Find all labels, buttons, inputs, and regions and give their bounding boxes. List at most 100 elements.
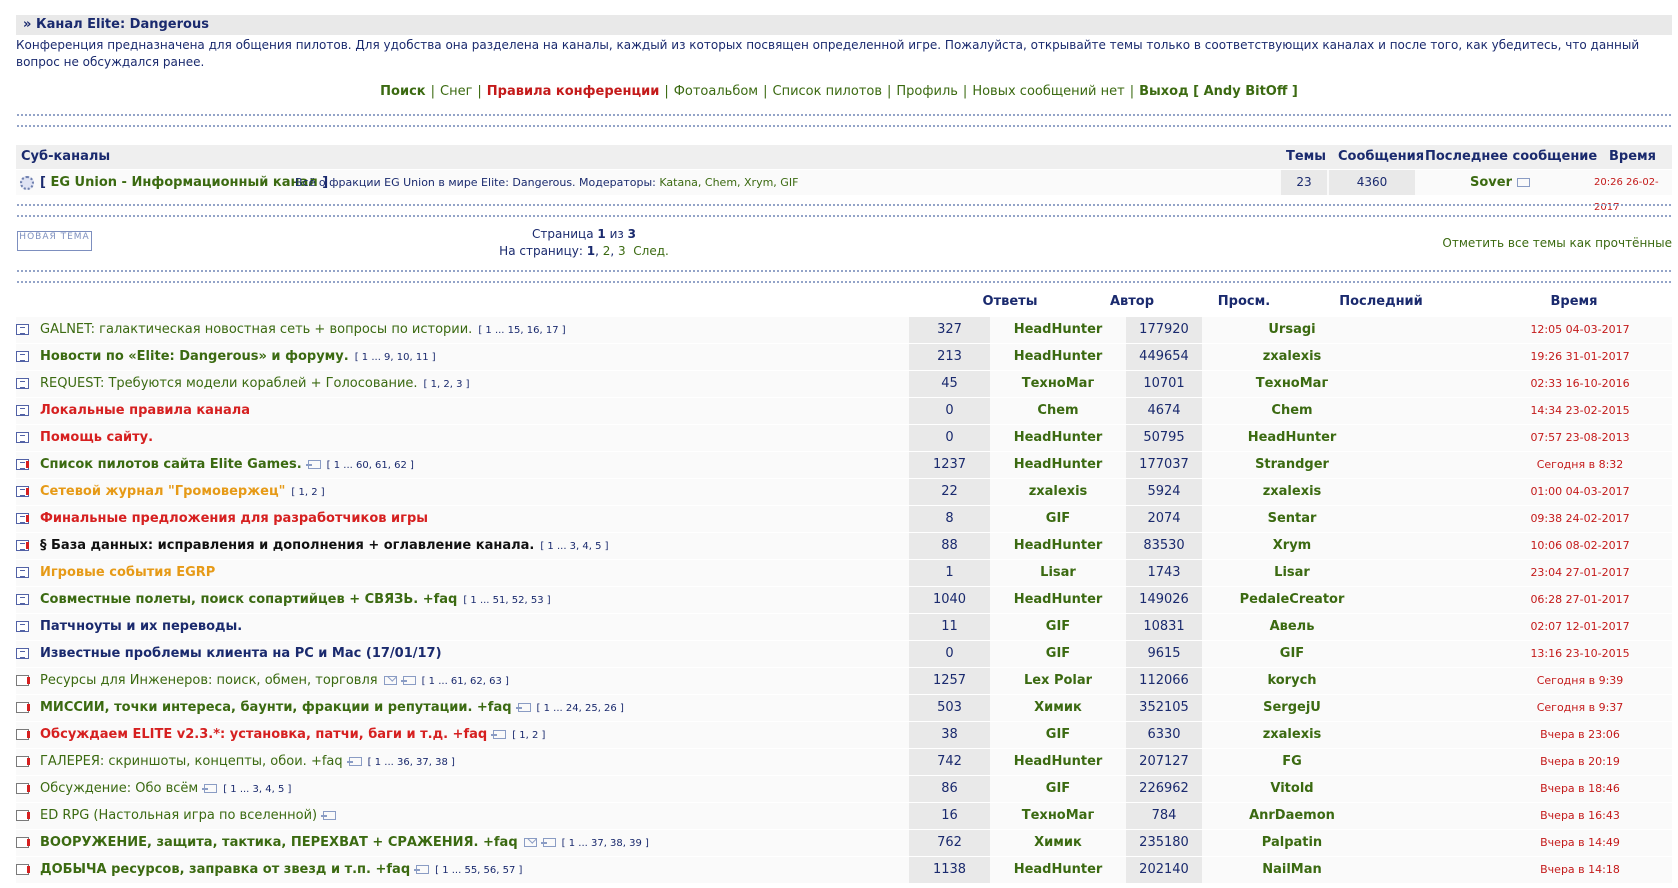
topic-author[interactable]: HeadHunter: [992, 425, 1124, 451]
subchannel-name-link[interactable]: EG Union - Информационный канал: [50, 175, 317, 190]
topic-last-poster[interactable]: Sentar: [1204, 506, 1380, 532]
topic-pages[interactable]: [ 1 ... 55, 56, 57 ]: [435, 865, 522, 876]
topic-author[interactable]: HeadHunter: [992, 587, 1124, 613]
subchannel-name[interactable]: [ EG Union - Информационный канал ]: [40, 170, 328, 195]
topic-author[interactable]: Химик: [992, 695, 1124, 721]
topic-last-poster[interactable]: Lisar: [1204, 560, 1380, 586]
topic-pages[interactable]: [ 1, 2 ]: [512, 730, 545, 741]
topic-last-poster[interactable]: Xrym: [1204, 533, 1380, 559]
topic-last-poster[interactable]: zxalexis: [1204, 479, 1380, 505]
topic-last-poster[interactable]: SergejU: [1204, 695, 1380, 721]
topic-last-poster[interactable]: HeadHunter: [1204, 425, 1380, 451]
goto-newest-icon[interactable]: [202, 784, 218, 793]
topic-pages[interactable]: [ 1 ... 9, 10, 11 ]: [355, 352, 436, 363]
topic-last-poster[interactable]: FG: [1204, 749, 1380, 775]
goto-newest-icon[interactable]: [400, 676, 416, 685]
topic-title-link[interactable]: Патчноуты и их переводы.: [40, 619, 242, 634]
topic-last-poster[interactable]: zxalexis: [1204, 344, 1380, 370]
topic-title-link[interactable]: Сетевой журнал "Громовержец": [40, 484, 285, 499]
nav-pilots-link[interactable]: Список пилотов: [773, 84, 883, 99]
topic-title-link[interactable]: § База данных: исправления и дополнения …: [40, 538, 534, 553]
topic-title-link[interactable]: МИССИИ, точки интереса, баунти, фракции …: [40, 700, 512, 715]
topic-title-link[interactable]: ДОБЫЧА ресурсов, заправка от звезд и т.п…: [40, 862, 410, 877]
channel-title[interactable]: Канал Elite: Dangerous: [36, 17, 209, 32]
topic-last-poster[interactable]: NailMan: [1204, 857, 1380, 883]
topic-title-link[interactable]: ГАЛЕРЕЯ: скриншоты, концепты, обои. +faq: [40, 754, 343, 769]
topic-author[interactable]: HeadHunter: [992, 749, 1124, 775]
topic-title-link[interactable]: Ресурсы для Инженеров: поиск, обмен, тор…: [40, 673, 378, 688]
page-link-2[interactable]: 2: [603, 244, 611, 258]
goto-newest-icon[interactable]: [491, 730, 507, 739]
topic-author[interactable]: HeadHunter: [992, 452, 1124, 478]
topic-title-link[interactable]: Финальные предложения для разработчиков …: [40, 511, 428, 526]
topic-author[interactable]: Chem: [992, 398, 1124, 424]
topic-last-poster[interactable]: Palpatin: [1204, 830, 1380, 856]
goto-newest-icon[interactable]: [346, 757, 362, 766]
topic-last-poster[interactable]: Vitold: [1204, 776, 1380, 802]
topic-title-link[interactable]: ED RPG (Настольная игра по вселенной): [40, 808, 317, 823]
topic-last-poster[interactable]: AnrDaemon: [1204, 803, 1380, 829]
topic-pages[interactable]: [ 1 ... 51, 52, 53 ]: [463, 595, 550, 606]
topic-author[interactable]: GIF: [992, 722, 1124, 748]
topic-author[interactable]: HeadHunter: [992, 533, 1124, 559]
topic-last-poster[interactable]: Авель: [1204, 614, 1380, 640]
topic-title-link[interactable]: Известные проблемы клиента на PC и Mac (…: [40, 646, 442, 661]
topic-author[interactable]: GIF: [992, 641, 1124, 667]
topic-last-poster[interactable]: ТехноМаг: [1204, 371, 1380, 397]
topic-pages[interactable]: [ 1 ... 3, 4, 5 ]: [540, 541, 608, 552]
topic-pages[interactable]: [ 1 ... 36, 37, 38 ]: [368, 757, 455, 768]
topic-last-poster[interactable]: Strandger: [1204, 452, 1380, 478]
topic-last-poster[interactable]: GIF: [1204, 641, 1380, 667]
topic-title-link[interactable]: Игровые события EGRP: [40, 565, 215, 580]
goto-newest-icon[interactable]: [414, 865, 430, 874]
topic-author[interactable]: ТехноМаг: [992, 371, 1124, 397]
topic-last-poster[interactable]: zxalexis: [1204, 722, 1380, 748]
topic-last-poster[interactable]: Chem: [1204, 398, 1380, 424]
topic-pages[interactable]: [ 1 ... 61, 62, 63 ]: [422, 676, 509, 687]
topic-author[interactable]: HeadHunter: [992, 317, 1124, 343]
topic-author[interactable]: GIF: [992, 776, 1124, 802]
page-link-3[interactable]: 3: [618, 244, 626, 258]
topic-pages[interactable]: [ 1 ... 3, 4, 5 ]: [223, 784, 291, 795]
topic-title-link[interactable]: Обсуждаем ELITE v2.3.*: установка, патчи…: [40, 727, 487, 742]
topic-pages[interactable]: [ 1 ... 24, 25, 26 ]: [537, 703, 624, 714]
topic-pages[interactable]: [ 1, 2, 3 ]: [424, 379, 470, 390]
topic-author[interactable]: Lisar: [992, 560, 1124, 586]
topic-author[interactable]: HeadHunter: [992, 344, 1124, 370]
goto-newest-icon[interactable]: [540, 838, 556, 847]
topic-last-poster[interactable]: Ursagi: [1204, 317, 1380, 343]
topic-title-link[interactable]: Новости по «Elite: Dangerous» и форуму.: [40, 349, 349, 364]
topic-author[interactable]: Lex Polar: [992, 668, 1124, 694]
goto-newest-icon[interactable]: [321, 811, 337, 820]
topic-pages[interactable]: [ 1 ... 60, 61, 62 ]: [327, 460, 414, 471]
topic-author[interactable]: zxalexis: [992, 479, 1124, 505]
topic-pages[interactable]: [ 1 ... 37, 38, 39 ]: [562, 838, 649, 849]
topic-title-link[interactable]: REQUEST: Требуются модели кораблей + Гол…: [40, 376, 418, 391]
topic-author[interactable]: Химик: [992, 830, 1124, 856]
goto-newest-icon[interactable]: [515, 703, 531, 712]
topic-author[interactable]: ТехноМаг: [992, 803, 1124, 829]
topic-title-link[interactable]: ВООРУЖЕНИЕ, защита, тактика, ПЕРЕХВАТ + …: [40, 835, 518, 850]
topic-last-poster[interactable]: korych: [1204, 668, 1380, 694]
topic-last-poster[interactable]: PedaleCreator: [1204, 587, 1380, 613]
topic-title-link[interactable]: Обсуждение: Обо всём: [40, 781, 198, 796]
mark-all-read-link[interactable]: Отметить все темы как прочтённые: [1442, 236, 1672, 250]
nav-snow-link[interactable]: Снег: [440, 84, 472, 99]
nav-no-new-link[interactable]: Новых сообщений нет: [972, 84, 1124, 99]
subchannel-last-poster[interactable]: Sover: [1470, 170, 1530, 195]
nav-search-link[interactable]: Поиск: [380, 84, 425, 99]
topic-title-link[interactable]: Локальные правила канала: [40, 403, 250, 418]
topic-title-link[interactable]: Помощь сайту.: [40, 430, 153, 445]
goto-newest-icon[interactable]: [305, 460, 321, 469]
moderators-list[interactable]: Katana, Chem, Xrym, GIF: [659, 176, 798, 189]
next-page-link[interactable]: След.: [633, 244, 669, 258]
nav-album-link[interactable]: Фотоальбом: [674, 84, 758, 99]
topic-title-link[interactable]: Совместные полеты, поиск сопартийцев + С…: [40, 592, 457, 607]
topic-title-link[interactable]: GALNET: галактическая новостная сеть + в…: [40, 322, 472, 337]
topic-title-link[interactable]: Список пилотов сайта Elite Games.: [40, 457, 302, 472]
nav-rules-link[interactable]: Правила конференции: [487, 84, 660, 99]
topic-pages[interactable]: [ 1 ... 15, 16, 17 ]: [478, 325, 565, 336]
nav-profile-link[interactable]: Профиль: [896, 84, 958, 99]
nav-logout-link[interactable]: Выход [ Andy BitOff ]: [1139, 84, 1298, 99]
goto-last-post-icon[interactable]: [1516, 178, 1530, 187]
